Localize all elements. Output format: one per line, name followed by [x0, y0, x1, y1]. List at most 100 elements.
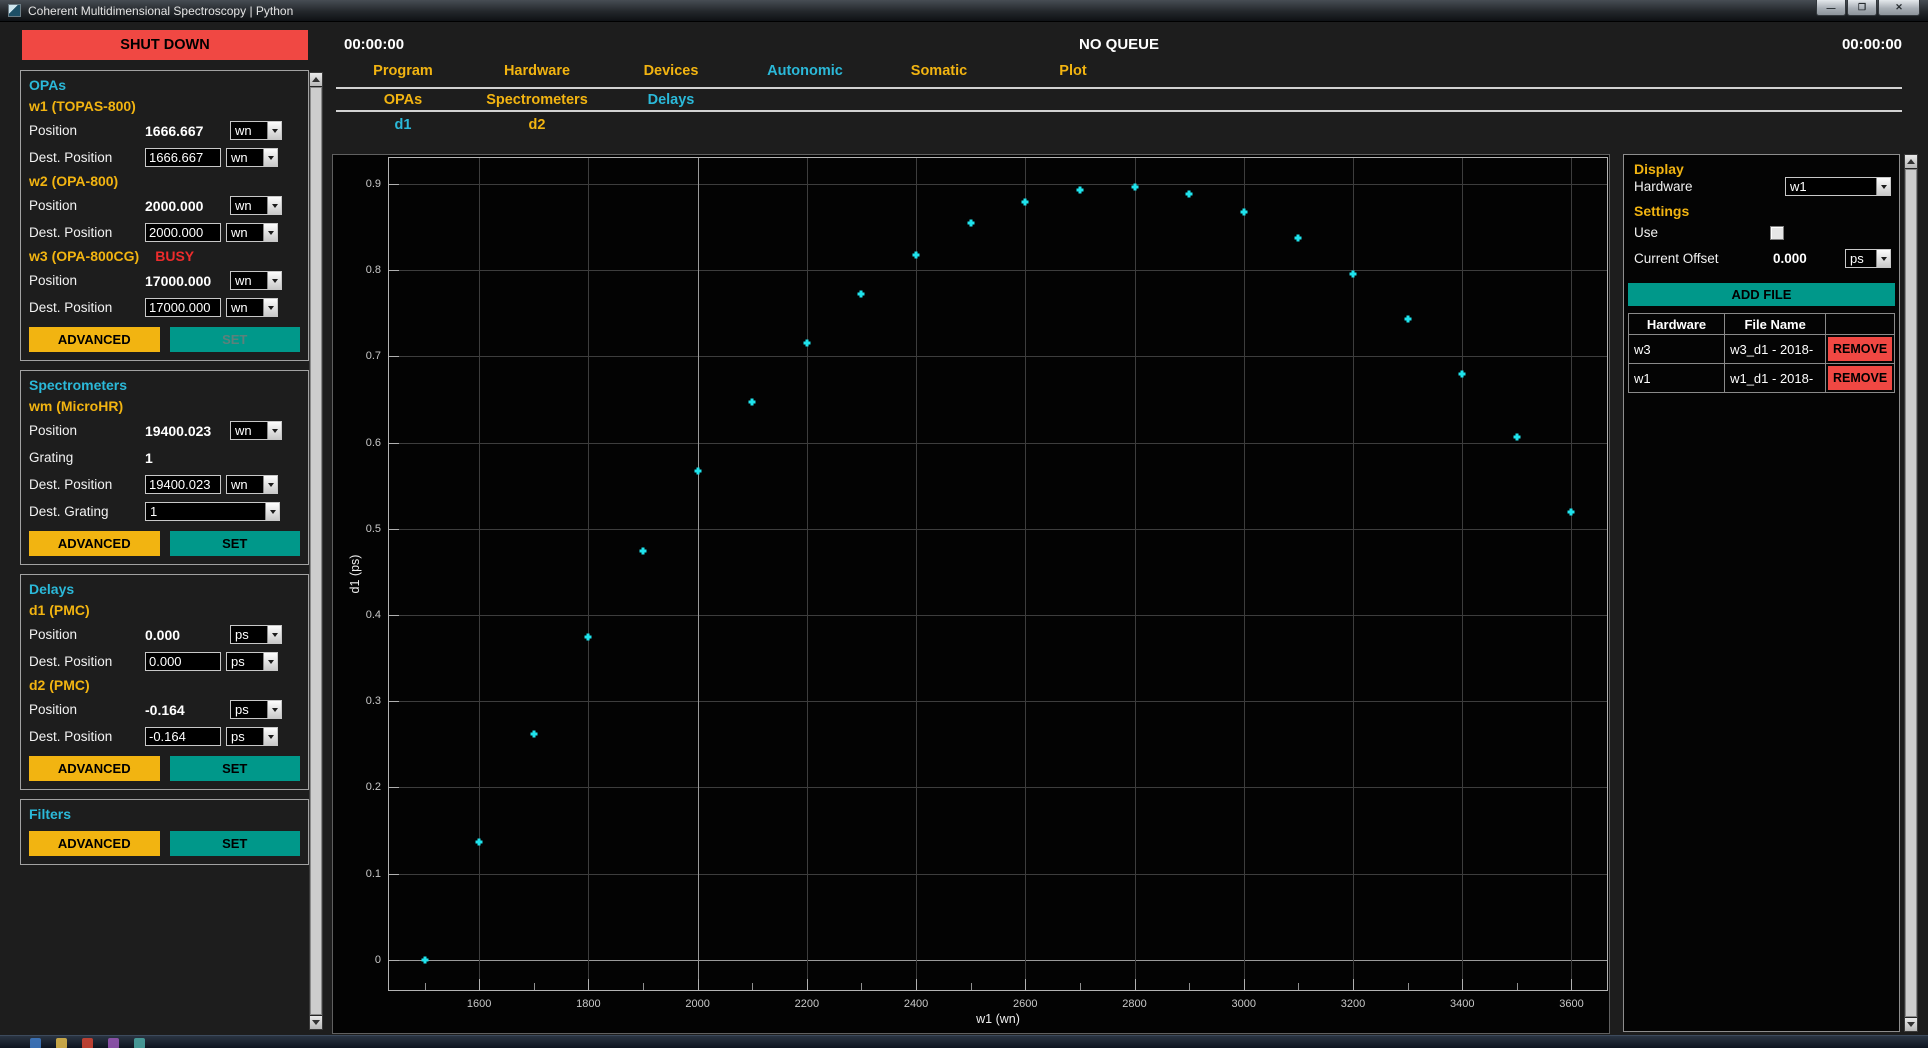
tab-opas[interactable]: OPAs	[336, 92, 470, 110]
x-tick-label: 2600	[1013, 998, 1037, 1010]
scroll-down-icon[interactable]	[310, 1016, 322, 1029]
queue-status: NO QUEUE	[336, 36, 1902, 53]
unit-dropdown[interactable]: wn	[226, 148, 278, 167]
offset-unit-dropdown[interactable]: ps	[1845, 249, 1891, 268]
gridline-y	[389, 184, 1607, 185]
unit-dropdown[interactable]: ps	[230, 625, 282, 644]
advanced-button[interactable]: ADVANCED	[29, 531, 160, 556]
unit-dropdown[interactable]: wn	[230, 121, 282, 140]
field-row: Dest. Positionwn	[29, 294, 300, 321]
x-minor-tick	[1298, 983, 1299, 990]
tab-plot[interactable]: Plot	[1006, 63, 1140, 87]
gridline-x	[1244, 158, 1245, 990]
dropdown-value: wn	[231, 150, 248, 165]
restore-button[interactable]: ❐	[1847, 0, 1877, 16]
group-actions: ADVANCED SET	[29, 327, 300, 352]
close-button[interactable]: ✕	[1878, 0, 1920, 16]
advanced-button[interactable]: ADVANCED	[29, 831, 160, 856]
unit-dropdown[interactable]: wn	[230, 196, 282, 215]
unit-dropdown[interactable]: wn	[226, 298, 278, 317]
dropdown-value: wn	[231, 300, 248, 315]
x-tick	[698, 979, 699, 990]
destination-input[interactable]	[145, 298, 221, 317]
destination-input[interactable]	[145, 148, 221, 167]
advanced-button[interactable]: ADVANCED	[29, 327, 160, 352]
scroll-down-icon[interactable]	[1905, 1018, 1917, 1031]
y-tick-label: 0.4	[366, 609, 381, 621]
sidebar-groups: OPAsw1 (TOPAS-800)Position1666.667wnDest…	[20, 70, 309, 874]
minimize-button[interactable]: —	[1816, 0, 1846, 16]
hardware-label: Hardware	[1634, 179, 1693, 194]
tab-d1[interactable]: d1	[336, 117, 470, 141]
use-checkbox[interactable]	[1770, 226, 1784, 240]
set-button[interactable]: SET	[170, 531, 301, 556]
taskbar-icon[interactable]	[30, 1038, 41, 1048]
tab-d2[interactable]: d2	[470, 117, 604, 141]
field-row: Dest. Positionwn	[29, 144, 300, 171]
scrollbar-thumb[interactable]	[1905, 169, 1917, 1017]
dropdown-value: wn	[235, 198, 252, 213]
unit-dropdown[interactable]: ps	[226, 652, 278, 671]
x-tick-label: 1800	[576, 998, 600, 1010]
data-point	[1404, 316, 1411, 323]
unit-dropdown[interactable]: wn	[230, 421, 282, 440]
unit-dropdown[interactable]: ps	[230, 700, 282, 719]
tab-somatic[interactable]: Somatic	[872, 63, 1006, 87]
x-tick-label: 1600	[467, 998, 491, 1010]
data-point	[1350, 270, 1357, 277]
data-point	[913, 251, 920, 258]
group-actions: ADVANCED SET	[29, 831, 300, 856]
display-panel-scrollbar[interactable]	[1904, 154, 1918, 1032]
unit-dropdown[interactable]: wn	[230, 271, 282, 290]
unit-dropdown[interactable]: wn	[226, 223, 278, 242]
gridline-x	[588, 158, 589, 990]
y-tick-label: 0.2	[366, 781, 381, 793]
destination-input[interactable]	[145, 652, 221, 671]
unit-dropdown[interactable]: wn	[226, 475, 278, 494]
taskbar-icon[interactable]	[56, 1038, 67, 1048]
remove-file-button[interactable]: REMOVE	[1828, 337, 1892, 361]
tab-devices[interactable]: Devices	[604, 63, 738, 87]
data-point	[421, 956, 428, 963]
field-label: Dest. Grating	[29, 504, 145, 519]
field-row: Dest. Grating 1	[29, 498, 300, 525]
dropdown-value: ps	[231, 654, 245, 669]
destination-input[interactable]	[145, 475, 221, 494]
sidebar-scrollbar[interactable]	[309, 72, 323, 1030]
destination-input[interactable]	[145, 223, 221, 242]
dropdown-value: wn	[231, 477, 248, 492]
advanced-button[interactable]: ADVANCED	[29, 756, 160, 781]
add-file-button[interactable]: ADD FILE	[1628, 283, 1895, 306]
data-point	[1295, 235, 1302, 242]
data-point	[530, 730, 537, 737]
scrollbar-thumb[interactable]	[310, 87, 322, 1015]
taskbar-icon[interactable]	[108, 1038, 119, 1048]
scroll-up-icon[interactable]	[310, 73, 322, 86]
shutdown-button[interactable]: SHUT DOWN	[22, 30, 308, 60]
set-button[interactable]: SET	[170, 327, 301, 352]
data-point	[749, 398, 756, 405]
set-button[interactable]: SET	[170, 831, 301, 856]
tab-spectrometers[interactable]: Spectrometers	[470, 92, 604, 110]
dropdown-value: 1	[150, 504, 157, 519]
set-button[interactable]: SET	[170, 756, 301, 781]
data-point	[1131, 184, 1138, 191]
file-table-header: Hardware	[1629, 314, 1725, 335]
remove-file-button[interactable]: REMOVE	[1828, 366, 1892, 390]
unit-dropdown[interactable]: ps	[226, 727, 278, 746]
tab-delays[interactable]: Delays	[604, 92, 738, 110]
destination-input[interactable]	[145, 727, 221, 746]
tab-hardware[interactable]: Hardware	[470, 63, 604, 87]
tab-autonomic[interactable]: Autonomic	[738, 63, 872, 87]
hardware-dropdown[interactable]: w1	[1785, 177, 1891, 196]
scroll-up-icon[interactable]	[1905, 155, 1917, 168]
app-window: { "window": { "title": "Coherent Multidi…	[0, 0, 1928, 1048]
data-point	[1076, 186, 1083, 193]
taskbar-icon[interactable]	[82, 1038, 93, 1048]
plot-axes[interactable]: 00.10.20.30.40.50.60.70.80.9160018002000…	[388, 157, 1608, 991]
chevron-down-icon	[263, 299, 277, 316]
current-offset-label: Current Offset	[1634, 251, 1719, 266]
grating-dropdown[interactable]: 1	[145, 502, 280, 521]
taskbar-icon[interactable]	[134, 1038, 145, 1048]
tab-program[interactable]: Program	[336, 63, 470, 87]
